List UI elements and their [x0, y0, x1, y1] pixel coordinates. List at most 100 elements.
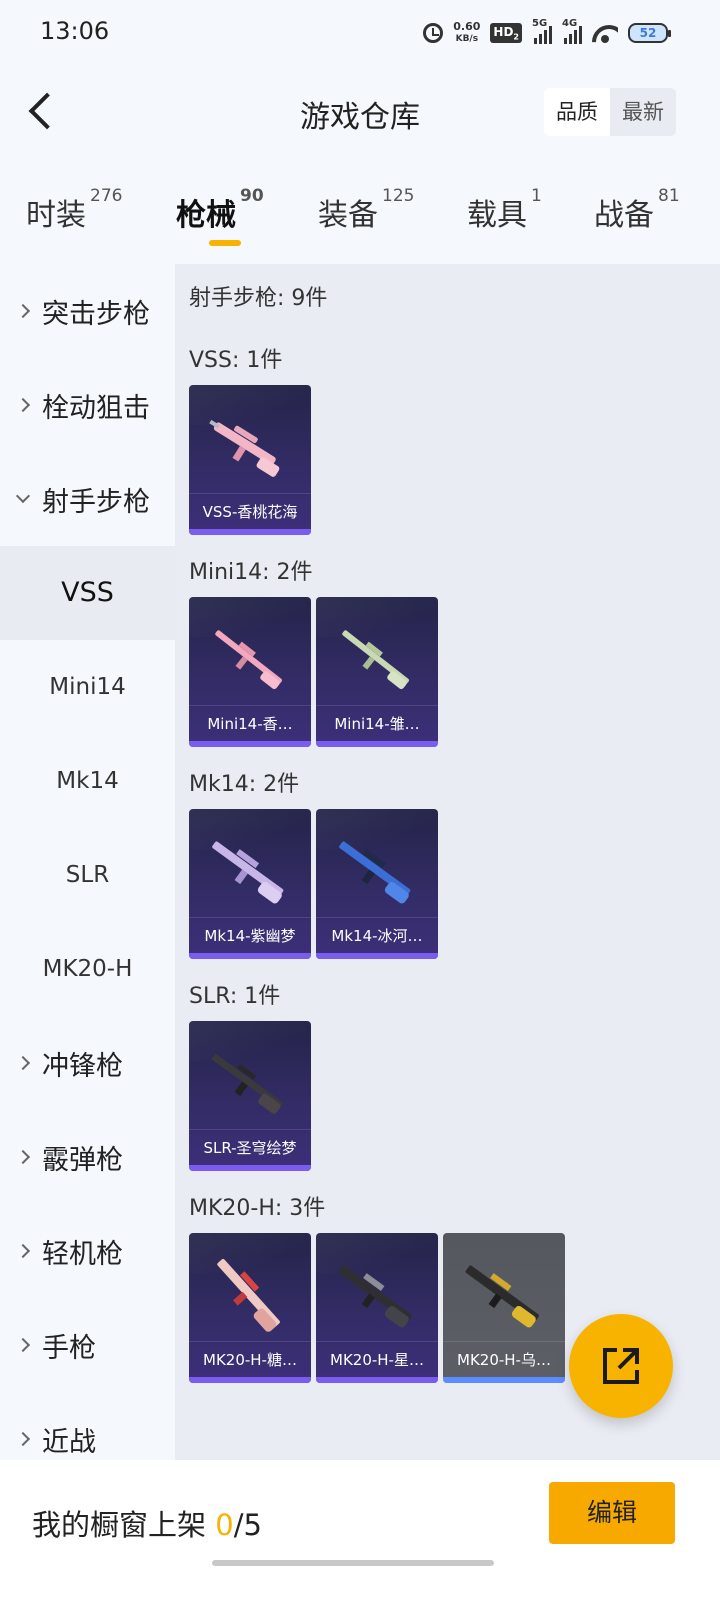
chevron-right-icon — [15, 397, 31, 413]
sort-quality-button[interactable]: 品质 — [544, 88, 610, 136]
quality-bar — [189, 1165, 311, 1171]
weapon-card-mini14-2[interactable]: Mini14-雏… — [316, 597, 438, 747]
net-speed-unit: KB/s — [455, 34, 479, 44]
quality-bar — [316, 741, 438, 747]
sidebar-item-assault-rifle[interactable]: 突击步枪 — [0, 264, 175, 358]
edit-button[interactable]: 编辑 — [549, 1482, 675, 1544]
battery-icon: 52 — [628, 23, 671, 43]
weapon-card-mk20h-1[interactable]: MK20-H-糖… — [189, 1233, 311, 1383]
sort-newest-button[interactable]: 最新 — [610, 88, 676, 136]
net-speed-value: 0.60 — [453, 20, 481, 33]
tab-firearms[interactable]: 枪械90 — [176, 186, 264, 234]
battery-level: 52 — [639, 26, 657, 40]
share-external-button[interactable] — [569, 1314, 673, 1418]
mk20h-skin-image — [338, 1265, 412, 1328]
weapon-card-mini14-1[interactable]: Mini14-香… — [189, 597, 311, 747]
bottom-action-bar: 我的橱窗上架 0/5 编辑 — [0, 1460, 720, 1600]
quality-bar — [316, 953, 438, 959]
tab-supplies[interactable]: 战备81 — [594, 186, 680, 234]
group-header-mini14: Mini14: 2件 — [189, 560, 313, 585]
weapon-card-slr-1[interactable]: SLR-圣穹绘梦 — [189, 1021, 311, 1171]
group-header-mk14: Mk14: 2件 — [189, 772, 300, 797]
sidebar-item-bolt-sniper[interactable]: 栓动狙击 — [0, 358, 175, 452]
group-header-slr: SLR: 1件 — [189, 984, 281, 1009]
tab-equipment[interactable]: 装备125 — [318, 186, 414, 234]
sidebar-subitem-mk14[interactable]: Mk14 — [0, 734, 175, 828]
sidebar-item-lmg[interactable]: 轻机枪 — [0, 1204, 175, 1298]
showcase-total: /5 — [233, 1508, 262, 1542]
status-icons: 0.60 KB/s HD2 5G 4G 52 — [423, 18, 671, 46]
sidebar-item-label: 射手步枪 — [42, 486, 150, 518]
signal-4g-label: 4G — [562, 18, 578, 29]
tab-label: 载具 — [467, 198, 527, 233]
tab-fashion[interactable]: 时装276 — [26, 186, 122, 234]
sidebar-subitem-mk20h[interactable]: MK20-H — [0, 922, 175, 1016]
quality-bar — [316, 1377, 438, 1383]
weapon-category-sidebar: 突击步枪 栓动狙击 射手步枪 VSS Mini14 Mk14 SLR MK20-… — [0, 264, 175, 1494]
quality-bar — [189, 1377, 311, 1383]
weapon-card-name: MK20-H-糖… — [189, 1341, 311, 1377]
alarm-icon — [423, 23, 444, 43]
sidebar-item-smg[interactable]: 冲锋枪 — [0, 1016, 175, 1110]
quality-bar — [189, 529, 311, 535]
sidebar-subitem-vss[interactable]: VSS — [0, 546, 175, 640]
tab-label: 装备 — [318, 198, 378, 233]
tab-label: 时装 — [26, 198, 86, 233]
chevron-right-icon — [15, 1055, 31, 1071]
tab-count: 81 — [658, 186, 680, 206]
weapon-card-mk20h-2[interactable]: MK20-H-星… — [316, 1233, 438, 1383]
quality-bar — [443, 1377, 565, 1383]
net-speed: 0.60 KB/s — [453, 21, 480, 45]
home-indicator[interactable] — [212, 1560, 494, 1566]
hd-label: HD — [493, 24, 514, 39]
chevron-right-icon — [15, 1149, 31, 1165]
sidebar-item-label: 霰弹枪 — [42, 1144, 123, 1176]
weapon-card-mk14-2[interactable]: Mk14-冰河… — [316, 809, 438, 959]
chevron-right-icon — [15, 1431, 31, 1447]
weapon-card-mk20h-3[interactable]: MK20-H-乌… — [443, 1233, 565, 1383]
mini14-skin-image — [342, 630, 409, 690]
sidebar-subitem-slr[interactable]: SLR — [0, 828, 175, 922]
sidebar-item-shotgun[interactable]: 霰弹枪 — [0, 1110, 175, 1204]
chevron-right-icon — [15, 303, 31, 319]
chevron-right-icon — [15, 1243, 31, 1259]
weapon-card-mk14-1[interactable]: Mk14-紫幽梦 — [189, 809, 311, 959]
weapon-card-name: Mini14-雏… — [316, 705, 438, 741]
status-time: 13:06 — [40, 17, 110, 45]
tab-count: 1 — [531, 186, 542, 206]
mk20h-skin-image — [217, 1258, 280, 1332]
mk14-skin-image — [339, 841, 411, 904]
wifi-icon — [592, 23, 618, 43]
tab-count: 125 — [382, 186, 415, 206]
chevron-down-icon — [15, 488, 31, 504]
sidebar-item-pistol[interactable]: 手枪 — [0, 1298, 175, 1392]
weapon-grid: 射手步枪: 9件 VSS: 1件 VSS-香桃花海 Mini14: 2件 Min… — [175, 264, 720, 1494]
sidebar-subitem-mini14[interactable]: Mini14 — [0, 640, 175, 734]
showcase-label: 我的橱窗上架 — [32, 1508, 207, 1542]
active-tab-indicator — [209, 240, 241, 246]
showcase-current: 0 — [215, 1508, 234, 1542]
weapon-card-name: Mini14-香… — [189, 705, 311, 741]
tab-vehicles[interactable]: 载具1 — [467, 186, 542, 234]
tab-count: 276 — [90, 186, 123, 206]
quality-bar — [189, 953, 311, 959]
tab-label: 战备 — [594, 198, 654, 233]
sidebar-item-label: 栓动狙击 — [42, 392, 150, 424]
slr-skin-image — [212, 1054, 283, 1114]
signal-5g-icon: 5G — [532, 18, 552, 44]
signal-5g-label: 5G — [532, 18, 548, 29]
app-header: 游戏仓库 品质 最新 — [0, 64, 720, 160]
share-external-icon — [603, 1348, 639, 1384]
sidebar-item-dmr[interactable]: 射手步枪 — [0, 452, 175, 546]
tab-label: 枪械 — [176, 198, 236, 233]
category-tabs: 时装276 枪械90 装备125 载具1 战备81 — [0, 160, 720, 264]
weapon-card-name: VSS-香桃花海 — [189, 493, 311, 529]
sort-toggle: 品质 最新 — [544, 88, 676, 136]
quality-bar — [189, 741, 311, 747]
hd-voice-icon: HD2 — [490, 22, 522, 44]
weapon-card-vss-1[interactable]: VSS-香桃花海 — [189, 385, 311, 535]
sidebar-item-label: 冲锋枪 — [42, 1050, 123, 1082]
sidebar-item-label: 手枪 — [42, 1332, 96, 1364]
signal-4g-icon: 4G — [562, 18, 582, 44]
hd-sub: 2 — [513, 32, 519, 42]
